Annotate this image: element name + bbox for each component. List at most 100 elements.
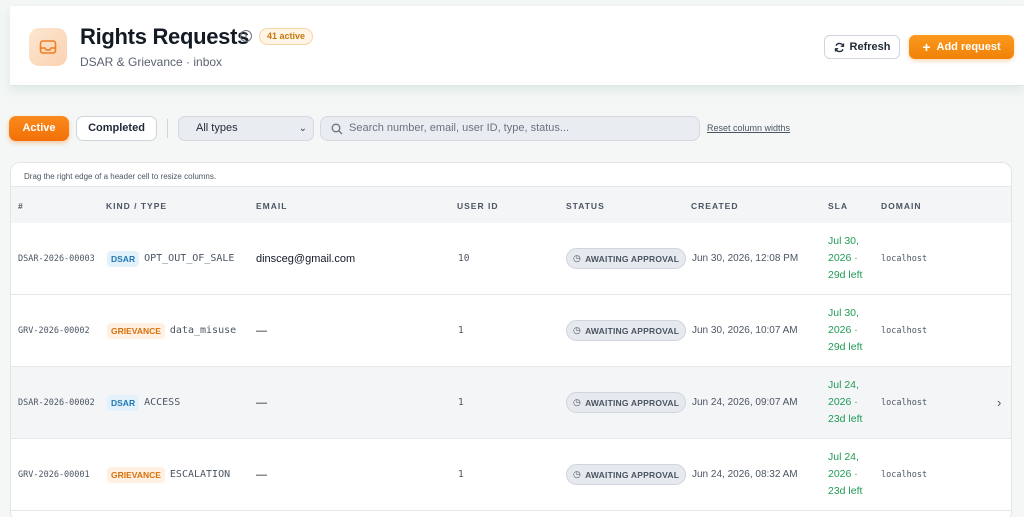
user-id-cell: 1 bbox=[458, 469, 464, 480]
table-header: # KIND / TYPE EMAIL USER ID STATUS CREAT… bbox=[11, 186, 1011, 227]
clock-icon: ◷ bbox=[573, 325, 582, 335]
domain-cell: localhost bbox=[881, 469, 928, 480]
sla-remaining: 23d left bbox=[828, 485, 863, 497]
clock-icon: ◷ bbox=[573, 253, 582, 263]
type-select[interactable]: All types ⌄ bbox=[178, 116, 314, 141]
column-header-user-id[interactable]: USER ID bbox=[457, 187, 498, 226]
request-type: data_misuse bbox=[169, 325, 237, 336]
created-cell: Jun 24, 2026, 08:32 AM bbox=[692, 469, 798, 480]
kind-badge: DSAR bbox=[107, 394, 140, 411]
chevron-down-icon: ⌄ bbox=[298, 123, 307, 134]
sla-year: 2026 · bbox=[828, 252, 858, 264]
column-header-status[interactable]: STATUS bbox=[566, 187, 605, 226]
resize-hint: Drag the right edge of a header cell to … bbox=[24, 172, 217, 181]
search-icon bbox=[331, 123, 343, 135]
status-text: AWAITING APPROVAL bbox=[585, 397, 680, 408]
sla-year: 2026 · bbox=[828, 324, 858, 336]
domain-cell: localhost bbox=[881, 325, 928, 336]
column-header-created[interactable]: CREATED bbox=[691, 187, 738, 226]
sla-date: Jul 30, bbox=[828, 235, 859, 247]
status-cell: ◷ AWAITING APPROVAL bbox=[566, 367, 687, 438]
sla-year: 2026 · bbox=[828, 396, 858, 408]
page-title: Rights Requests bbox=[80, 24, 250, 49]
table-row[interactable]: DSAR-2026-00003 DSAR OPT_OUT_OF_SALE din… bbox=[11, 223, 1011, 295]
kind-type-cell: DSAR ACCESS bbox=[107, 367, 180, 438]
sla-year: 2026 · bbox=[828, 468, 858, 480]
email-cell: — bbox=[256, 396, 267, 409]
table-row[interactable]: GRV-2026-00002 GRIEVANCE data_misuse — 1… bbox=[11, 295, 1011, 367]
sla-cell: Jul 30, 2026 · 29d left bbox=[828, 295, 862, 366]
created-cell: Jun 24, 2026, 09:07 AM bbox=[692, 397, 798, 408]
refresh-button[interactable]: Refresh bbox=[824, 35, 900, 59]
domain-cell: localhost bbox=[881, 253, 928, 264]
active-count-badge: 41 active bbox=[259, 28, 314, 45]
status-cell: ◷ AWAITING APPROVAL bbox=[566, 439, 687, 510]
sla-cell: Jul 24, 2026 · 23d left bbox=[828, 367, 862, 438]
plus-icon: + bbox=[922, 39, 931, 55]
column-header-number[interactable]: # bbox=[18, 187, 24, 226]
sla-date: Jul 24, bbox=[828, 451, 859, 463]
created-cell: Jun 30, 2026, 10:07 AM bbox=[692, 325, 798, 336]
kind-badge: GRIEVANCE bbox=[107, 466, 165, 483]
chevron-right-icon[interactable]: › bbox=[997, 367, 1001, 438]
sla-remaining: 23d left bbox=[828, 413, 863, 425]
status-badge: ◷ AWAITING APPROVAL bbox=[566, 464, 687, 485]
request-number: DSAR-2026-00003 bbox=[18, 253, 95, 264]
email-cell: — bbox=[256, 468, 267, 481]
request-number: GRV-2026-00002 bbox=[18, 325, 90, 336]
status-badge: ◷ AWAITING APPROVAL bbox=[566, 392, 687, 413]
sla-cell: Jul 24, 2026 · 23d left bbox=[828, 439, 862, 510]
request-type: ACCESS bbox=[144, 397, 181, 408]
status-text: AWAITING APPROVAL bbox=[585, 325, 680, 336]
request-number: GRV-2026-00001 bbox=[18, 469, 90, 480]
add-request-label: Add request bbox=[936, 41, 1001, 53]
column-header-kind-type[interactable]: KIND / TYPE bbox=[106, 187, 167, 226]
column-header-domain[interactable]: DOMAIN bbox=[881, 187, 921, 226]
clock-icon: ◷ bbox=[573, 397, 582, 407]
status-cell: ◷ AWAITING APPROVAL bbox=[566, 223, 687, 294]
sla-date: Jul 30, bbox=[828, 307, 859, 319]
table-row[interactable]: DSAR-2026-00002 DSAR ACCESS — 1 ◷ AWAITI… bbox=[11, 367, 1011, 439]
request-number: DSAR-2026-00002 bbox=[18, 397, 95, 408]
reset-column-widths-link[interactable]: Reset column widths bbox=[707, 123, 790, 133]
status-cell: ◷ AWAITING APPROVAL bbox=[566, 295, 687, 366]
clock-icon: ◷ bbox=[573, 469, 582, 479]
table-row[interactable]: GRV-2026-00001 GRIEVANCE ESCALATION — 1 … bbox=[11, 439, 1011, 511]
page-subtitle: DSAR & Grievance · inbox bbox=[80, 55, 223, 69]
requests-table: Drag the right edge of a header cell to … bbox=[10, 162, 1012, 517]
status-text: AWAITING APPROVAL bbox=[585, 253, 680, 264]
add-request-button[interactable]: + Add request bbox=[909, 35, 1014, 59]
email-cell: dinsceg@gmail.com bbox=[256, 252, 356, 265]
user-id-cell: 1 bbox=[458, 325, 464, 336]
toolbar-divider bbox=[167, 119, 168, 138]
column-header-email[interactable]: EMAIL bbox=[256, 187, 287, 226]
kind-badge: GRIEVANCE bbox=[107, 322, 165, 339]
status-badge: ◷ AWAITING APPROVAL bbox=[566, 320, 687, 341]
kind-type-cell: GRIEVANCE ESCALATION bbox=[107, 439, 230, 510]
refresh-icon bbox=[834, 42, 844, 52]
user-id-cell: 1 bbox=[458, 397, 464, 408]
status-badge: ◷ AWAITING APPROVAL bbox=[566, 248, 687, 269]
created-cell: Jun 30, 2026, 12:08 PM bbox=[692, 253, 799, 264]
sla-date: Jul 24, bbox=[828, 379, 859, 391]
inbox-icon bbox=[29, 28, 67, 66]
kind-type-cell: DSAR OPT_OUT_OF_SALE bbox=[107, 223, 234, 294]
sla-cell: Jul 30, 2026 · 29d left bbox=[828, 223, 862, 294]
type-select-value: All types bbox=[196, 122, 238, 134]
request-type: ESCALATION bbox=[169, 469, 231, 480]
search-placeholder: Search number, email, user ID, type, sta… bbox=[349, 122, 570, 134]
refresh-label: Refresh bbox=[849, 41, 891, 53]
column-header-sla[interactable]: SLA bbox=[828, 187, 848, 226]
email-cell: — bbox=[256, 324, 267, 337]
info-icon[interactable]: i bbox=[240, 30, 252, 42]
tab-completed[interactable]: Completed bbox=[76, 116, 157, 141]
page-header: Rights Requests i 41 active DSAR & Griev… bbox=[10, 6, 1024, 86]
status-text: AWAITING APPROVAL bbox=[585, 469, 680, 480]
request-type: OPT_OUT_OF_SALE bbox=[144, 253, 235, 264]
sla-remaining: 29d left bbox=[828, 269, 863, 281]
tab-active[interactable]: Active bbox=[9, 116, 69, 141]
user-id-cell: 10 bbox=[458, 253, 470, 264]
kind-type-cell: GRIEVANCE data_misuse bbox=[107, 295, 236, 366]
kind-badge: DSAR bbox=[107, 250, 140, 267]
search-input[interactable]: Search number, email, user ID, type, sta… bbox=[320, 116, 700, 141]
